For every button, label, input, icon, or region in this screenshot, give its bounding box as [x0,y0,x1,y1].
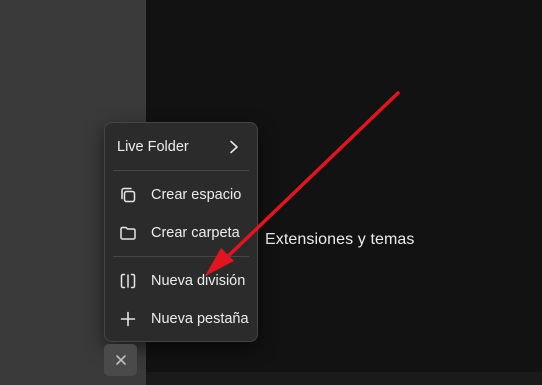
close-button[interactable] [104,344,137,376]
chevron-right-icon [230,140,238,154]
menu-separator [113,170,249,171]
menu-item-live-folder[interactable]: Live Folder [109,131,253,163]
extensions-themes-text[interactable]: Extensiones y temas [265,231,415,249]
menu-item-create-space[interactable]: Crear espacio [109,179,253,211]
menu-item-create-folder[interactable]: Crear carpeta [109,217,253,249]
close-icon [115,355,126,365]
menu-item-new-tab[interactable]: Nueva pestaña [109,303,253,335]
menu-separator [113,256,249,257]
create-space-label: Crear espacio [151,187,242,203]
create-folder-label: Crear carpeta [151,225,240,241]
live-folder-label: Live Folder [117,139,189,155]
new-tab-label: Nueva pestaña [151,311,249,327]
copy-icon [117,185,139,205]
split-view-icon [117,271,139,291]
plus-icon [117,309,139,329]
folder-icon [117,223,139,243]
new-split-label: Nueva división [151,273,246,289]
context-menu: Live Folder Crear espacio Crear carpeta [104,122,258,342]
menu-item-new-split[interactable]: Nueva división [109,265,253,297]
